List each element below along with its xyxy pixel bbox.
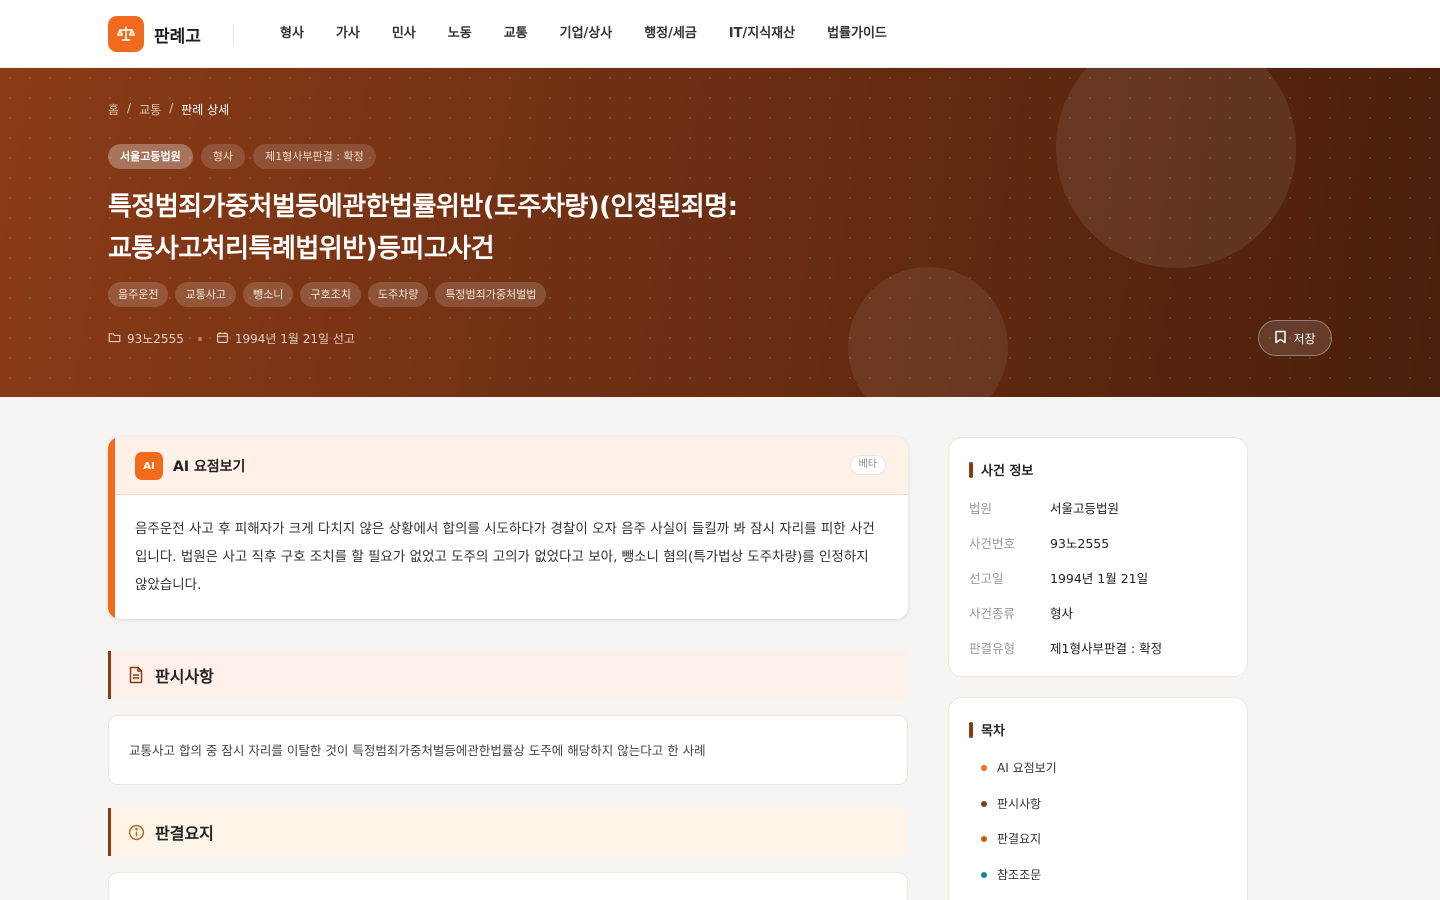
info-label: 사건종류 — [969, 606, 1016, 621]
save-label: 저장 — [1293, 331, 1316, 346]
toc-label: AI 요점보기 — [997, 761, 1057, 775]
case-title-line2: 교통사고처리특례법위반)등피고사건 — [108, 234, 495, 264]
heading-bar — [969, 721, 973, 738]
nav-item-criminal[interactable]: 형사 — [280, 24, 304, 44]
keyword-tag[interactable]: 음주운전 — [108, 282, 169, 307]
keyword-tag[interactable]: 특정범죄가중처벌법 — [435, 282, 547, 307]
summary-section-header: 판결요지 — [108, 808, 908, 856]
info-value: 1994년 1월 21일 — [1050, 571, 1149, 586]
toc-title: 목차 — [981, 724, 1005, 739]
nav-item-civil[interactable]: 민사 — [392, 24, 416, 44]
info-row-case-number: 사건번호 93노2555 — [969, 533, 1109, 552]
summary-title: 판결요지 — [155, 824, 214, 843]
info-row-court: 법원 서울고등법원 — [969, 498, 1119, 517]
info-value: 형사 — [1050, 606, 1074, 621]
ai-summary-card: AI AI 요점보기 베타 음주운전 사고 후 피해자가 크게 다치지 않은 상… — [108, 437, 908, 619]
nav-item-legal-guide[interactable]: 법률가이드 — [827, 24, 887, 44]
calendar-icon — [216, 331, 229, 347]
holding-title: 판시사항 — [155, 667, 214, 686]
info-label: 법원 — [969, 501, 993, 516]
toc-label: 판시사항 — [997, 797, 1042, 811]
info-label: 선고일 — [969, 571, 1004, 586]
heading-bar — [969, 461, 973, 478]
info-value: 제1형사부판결 : 확정 — [1050, 641, 1163, 656]
nav-item-admin-tax[interactable]: 행정/세금 — [644, 24, 697, 44]
nav-item-traffic[interactable]: 교통 — [504, 24, 528, 44]
toc-card: 목차 AI 요점보기 판시사항 판결요지 참조조문 — [948, 697, 1248, 900]
nav-item-family[interactable]: 가사 — [336, 24, 360, 44]
bullet-icon — [981, 764, 987, 771]
summary-box — [108, 872, 908, 900]
case-hero: 홈 / 교통 / 판례 상세 서울고등법원 형사 제1형사부판결 : 확정 특정… — [0, 68, 1440, 397]
breadcrumb-separator: / — [169, 101, 174, 115]
toc-heading: 목차 — [969, 720, 1005, 739]
nav-item-it-ip[interactable]: IT/지식재산 — [729, 24, 795, 44]
info-label: 사건번호 — [969, 536, 1016, 551]
case-meta: 93노2555 1994년 1월 21일 선고 — [108, 330, 355, 347]
keyword-tag[interactable]: 뺑소니 — [242, 282, 294, 307]
info-row-date: 선고일 1994년 1월 21일 — [969, 568, 1148, 587]
case-number: 93노2555 — [127, 332, 184, 346]
case-title: 특정범죄가중처벌등에관한법률위반(도주차량)(인정된죄명: 교통사고처리특례법위… — [108, 186, 808, 270]
accent-bar — [108, 437, 115, 619]
ai-summary-title: AI 요점보기 — [173, 459, 246, 475]
toc-label: 참조조문 — [997, 868, 1042, 882]
toc-label: 판결요지 — [997, 832, 1042, 846]
breadcrumb-home[interactable]: 홈 — [108, 101, 119, 118]
verdict-badge: 제1형사부판결 : 확정 — [252, 144, 376, 169]
bookmark-icon — [1274, 330, 1287, 347]
bullet-icon — [981, 835, 987, 842]
top-navbar: 판례고 형사 가사 민사 노동 교통 기업/상사 행정/세금 IT/지식재산 법… — [0, 0, 1440, 68]
info-row-case-type: 사건종류 형사 — [969, 603, 1073, 622]
decision-date: 1994년 1월 21일 선고 — [234, 332, 355, 346]
toc-item-summary[interactable]: 판결요지 — [981, 830, 1041, 847]
scales-icon — [108, 16, 144, 52]
keyword-tag[interactable]: 교통사고 — [175, 282, 236, 307]
holding-text: 교통사고 합의 중 잠시 자리를 이탈한 것이 특정범죄가중처벌등에관한법률상 … — [129, 743, 706, 758]
info-value: 서울고등법원 — [1050, 501, 1120, 516]
nav-divider — [233, 24, 234, 44]
info-value: 93노2555 — [1050, 536, 1110, 551]
info-row-verdict: 판결유형 제1형사부판결 : 확정 — [969, 638, 1162, 657]
info-label: 판결유형 — [969, 641, 1016, 656]
toc-item-references[interactable]: 참조조문 — [981, 866, 1041, 883]
keyword-tags: 음주운전 교통사고 뺑소니 구호조치 도주차량 특정범죄가중처벌법 — [108, 282, 547, 307]
case-info-heading: 사건 정보 — [969, 460, 1033, 479]
court-badge: 서울고등법원 — [108, 144, 193, 169]
save-button[interactable]: 저장 — [1258, 320, 1332, 356]
logo[interactable]: 판례고 — [108, 16, 201, 52]
case-type-badge: 형사 — [200, 144, 245, 169]
info-icon — [126, 822, 146, 842]
case-info-title: 사건 정보 — [981, 464, 1034, 479]
case-title-line1: 특정범죄가중처벌등에관한법률위반(도주차량)(인정된죄명: — [108, 192, 738, 222]
nav-menu: 형사 가사 민사 노동 교통 기업/상사 행정/세금 IT/지식재산 법률가이드 — [280, 24, 919, 44]
nav-item-labor[interactable]: 노동 — [448, 24, 472, 44]
document-icon — [126, 665, 146, 685]
ai-badge: AI — [135, 452, 163, 480]
breadcrumb-separator: / — [127, 101, 132, 115]
ai-summary-text: 음주운전 사고 후 피해자가 크게 다치지 않은 상황에서 합의를 시도하다가 … — [135, 521, 875, 593]
case-chips: 서울고등법원 형사 제1형사부판결 : 확정 — [108, 144, 376, 169]
holding-box: 교통사고 합의 중 잠시 자리를 이탈한 것이 특정범죄가중처벌등에관한법률상 … — [108, 715, 908, 785]
breadcrumb-category[interactable]: 교통 — [139, 101, 161, 118]
keyword-tag[interactable]: 도주차량 — [367, 282, 429, 307]
toc-item-holding[interactable]: 판시사항 — [981, 795, 1041, 812]
bullet-icon — [981, 871, 987, 878]
case-info-card: 사건 정보 법원 서울고등법원 사건번호 93노2555 선고일 1994년 1… — [948, 437, 1248, 677]
folder-icon — [108, 331, 121, 347]
keyword-tag[interactable]: 구호조치 — [300, 282, 361, 307]
ai-summary-header: AI AI 요점보기 베타 — [115, 437, 908, 495]
bullet-icon — [981, 800, 987, 807]
beta-badge: 베타 — [849, 455, 886, 475]
logo-text: 판례고 — [154, 26, 201, 47]
holding-section-header: 판시사항 — [108, 651, 908, 699]
nav-item-business[interactable]: 기업/상사 — [560, 24, 613, 44]
breadcrumb: 홈 / 교통 / 판례 상세 — [108, 101, 229, 118]
meta-separator — [197, 336, 202, 341]
breadcrumb-current: 판례 상세 — [181, 103, 230, 117]
toc-item-ai-summary[interactable]: AI 요점보기 — [981, 759, 1057, 776]
